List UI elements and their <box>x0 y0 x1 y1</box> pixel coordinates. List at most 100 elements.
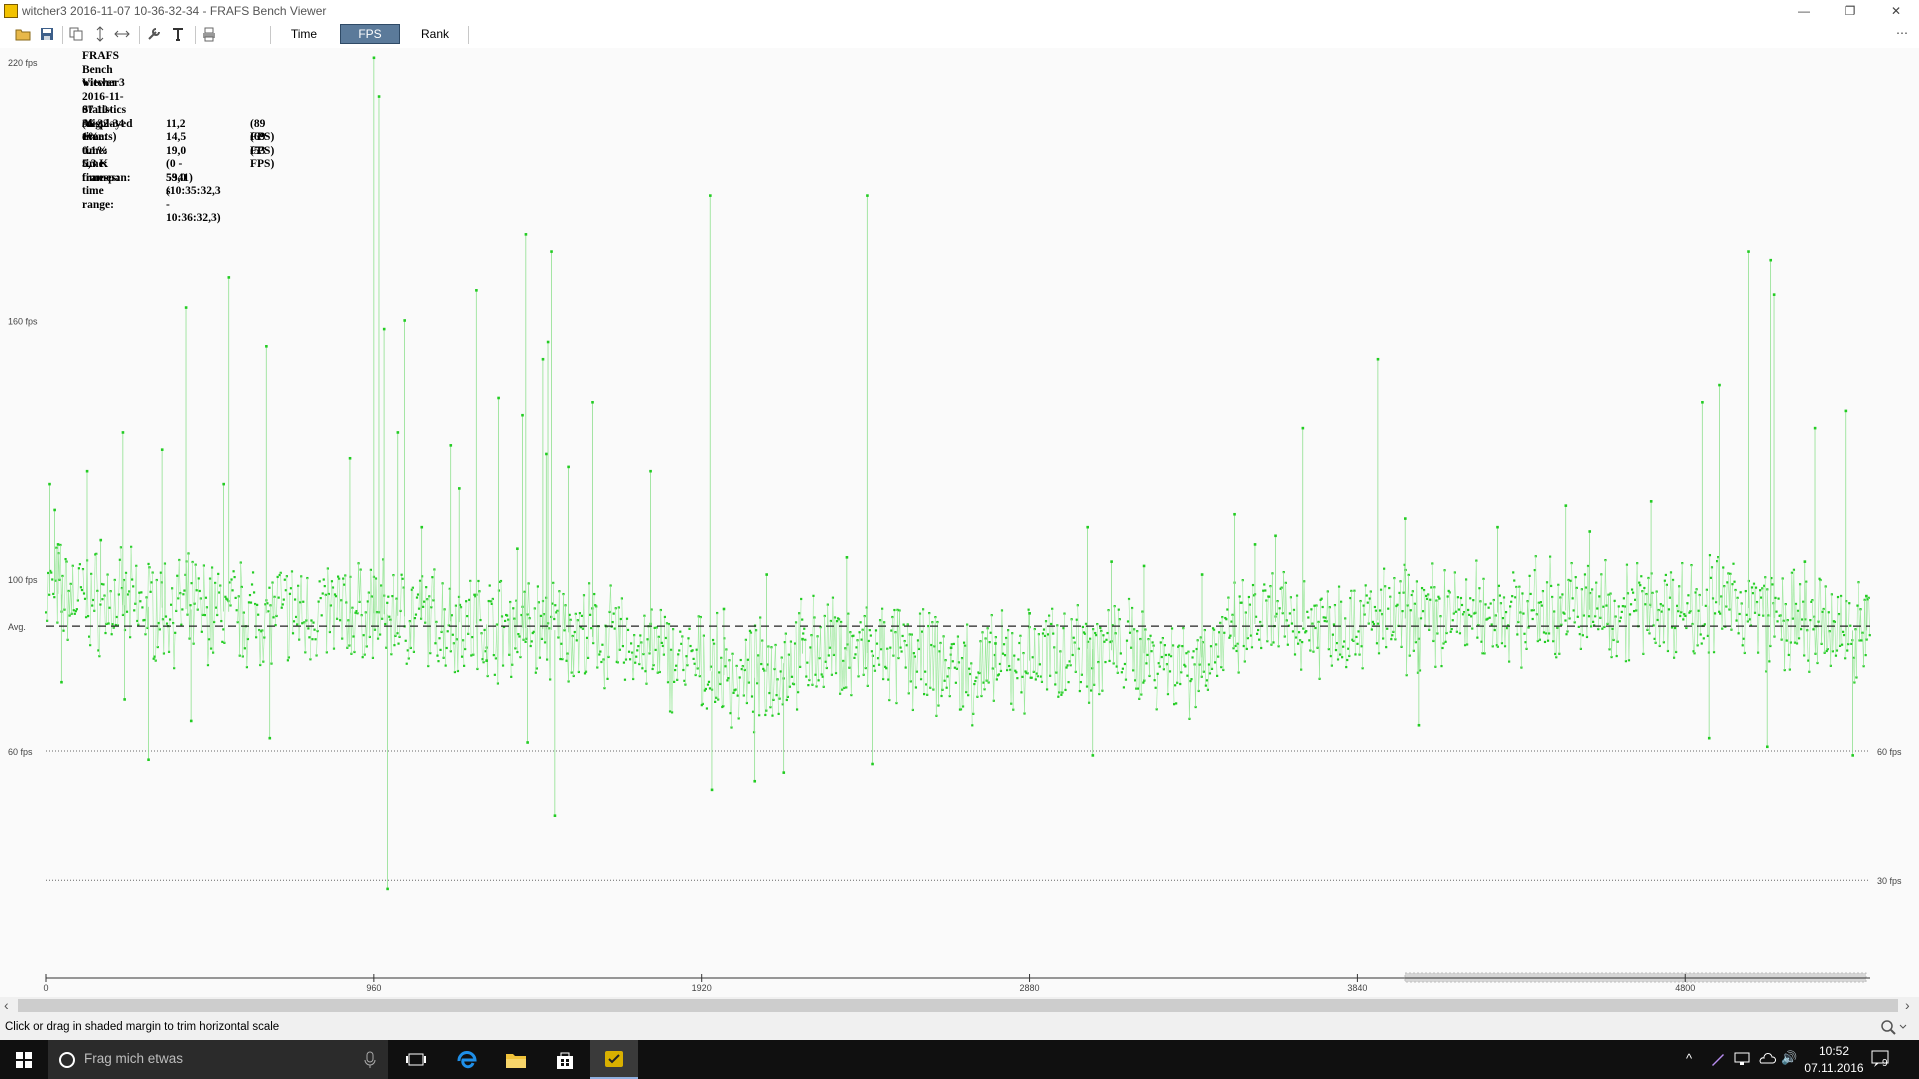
fps-point <box>1619 616 1622 619</box>
frame-connector <box>1443 570 1445 644</box>
copy-button[interactable] <box>67 25 85 43</box>
frame-connector <box>1217 632 1220 657</box>
spike-point <box>348 456 352 460</box>
frame-connector <box>492 598 495 656</box>
clock-time[interactable]: 10:52 <box>1804 1044 1864 1058</box>
frame-connector <box>1820 579 1822 644</box>
spike-point <box>591 400 594 404</box>
text-button[interactable] <box>169 25 187 43</box>
frame-connector <box>838 619 841 694</box>
fps-point <box>1229 634 1232 637</box>
fps-point <box>727 677 730 680</box>
frame-connector <box>804 639 807 677</box>
frame-connector <box>1539 602 1542 640</box>
action-center-button[interactable]: 9 <box>1870 1048 1894 1072</box>
fps-point <box>1572 609 1575 612</box>
tab-time[interactable]: Time <box>281 24 327 44</box>
fps-point <box>1735 619 1738 622</box>
taskbar-edge-button[interactable] <box>443 1040 491 1079</box>
scrollbar-thumb[interactable] <box>18 999 1898 1012</box>
tab-rank[interactable]: Rank <box>412 24 458 44</box>
fps-point <box>1168 670 1172 673</box>
frame-connector <box>254 603 257 638</box>
fps-point <box>1343 640 1346 643</box>
fps-point <box>107 622 110 625</box>
frame-connector <box>1567 579 1569 632</box>
fps-point <box>653 626 656 630</box>
fit-horizontal-button[interactable] <box>113 25 131 43</box>
pen-workspace-icon[interactable] <box>1710 1051 1726 1067</box>
fps-point <box>1468 613 1471 616</box>
taskbar-store-button[interactable] <box>541 1040 589 1079</box>
tab-fps[interactable]: FPS <box>340 24 400 44</box>
frame-connector <box>1866 599 1868 640</box>
fps-point <box>1513 579 1516 582</box>
network-icon[interactable] <box>1734 1051 1752 1067</box>
frame-connector <box>1758 590 1761 615</box>
fps-point <box>115 615 118 619</box>
fps-point <box>1516 633 1519 636</box>
frame-connector <box>327 568 330 594</box>
frame-connector <box>858 632 860 677</box>
scroll-right-arrow-icon[interactable]: › <box>1905 997 1910 1013</box>
start-button[interactable] <box>0 1040 48 1079</box>
fps-point <box>1704 604 1707 607</box>
toolbar-overflow-icon[interactable]: ⋯ <box>1896 26 1908 40</box>
fps-point <box>1739 591 1742 594</box>
frame-connector <box>117 594 120 626</box>
fps-point <box>678 649 681 652</box>
task-view-button[interactable] <box>392 1040 440 1079</box>
frame-connector <box>1808 620 1811 672</box>
fps-point <box>1630 588 1634 591</box>
fps-point <box>190 582 193 585</box>
fps-point <box>1142 681 1145 684</box>
fps-point <box>1565 633 1568 636</box>
frame-connector <box>338 578 341 621</box>
zoom-icon[interactable] <box>1880 1019 1910 1035</box>
frame-connector <box>1221 616 1224 670</box>
frame-connector <box>1655 591 1657 643</box>
minimize-button[interactable]: — <box>1781 0 1827 22</box>
clock-date[interactable]: 07.11.2016 <box>1799 1061 1869 1075</box>
minimize-icon: — <box>1798 4 1810 18</box>
close-button[interactable]: ✕ <box>1873 0 1919 22</box>
frame-connector <box>1100 630 1103 691</box>
frame-connector <box>1610 593 1612 657</box>
save-button[interactable] <box>38 25 56 43</box>
frame-connector <box>824 615 826 662</box>
frame-connector <box>1615 616 1617 656</box>
fps-point <box>222 628 225 631</box>
fps-point <box>50 571 53 574</box>
fps-chart[interactable]: 220 fps 160 fps 100 fps 60 fps 60 fps 30 fps… <box>0 48 1919 997</box>
frame-connector <box>1817 621 1819 663</box>
restore-button[interactable]: ❐ <box>1827 0 1873 22</box>
fps-point <box>1335 641 1339 645</box>
frame-connector <box>1483 578 1485 654</box>
taskbar-frafs-button[interactable] <box>590 1040 638 1079</box>
frame-connector <box>213 582 216 622</box>
frame-connector <box>1427 594 1430 630</box>
fps-point <box>751 710 755 713</box>
fps-point <box>176 574 179 577</box>
fps-point <box>1186 674 1189 677</box>
open-folder-button[interactable] <box>14 25 32 43</box>
fps-point <box>1322 616 1325 619</box>
taskbar-explorer-button[interactable] <box>492 1040 540 1079</box>
scroll-left-arrow-icon[interactable]: ‹ <box>4 997 9 1013</box>
title-bar: witcher3 2016-11-07 10-36-32-34 - FRAFS … <box>0 0 1919 22</box>
fps-point <box>132 585 135 588</box>
print-button[interactable] <box>200 25 218 43</box>
fps-point <box>1504 610 1508 614</box>
fps-point <box>664 636 668 640</box>
onedrive-icon[interactable] <box>1758 1051 1776 1067</box>
fps-point <box>1062 627 1065 630</box>
settings-button[interactable] <box>145 25 163 43</box>
taskbar-search-box[interactable]: Frag mich etwas <box>48 1040 388 1079</box>
tray-chevron-icon[interactable]: ^ <box>1686 1051 1692 1066</box>
frame-connector <box>107 574 109 624</box>
fps-point <box>1613 599 1616 602</box>
horizontal-scrollbar[interactable]: ‹ › <box>0 997 1919 1014</box>
volume-icon[interactable]: 🔊 <box>1781 1050 1797 1066</box>
microphone-icon[interactable] <box>364 1051 376 1069</box>
fit-vertical-button[interactable] <box>91 25 109 43</box>
